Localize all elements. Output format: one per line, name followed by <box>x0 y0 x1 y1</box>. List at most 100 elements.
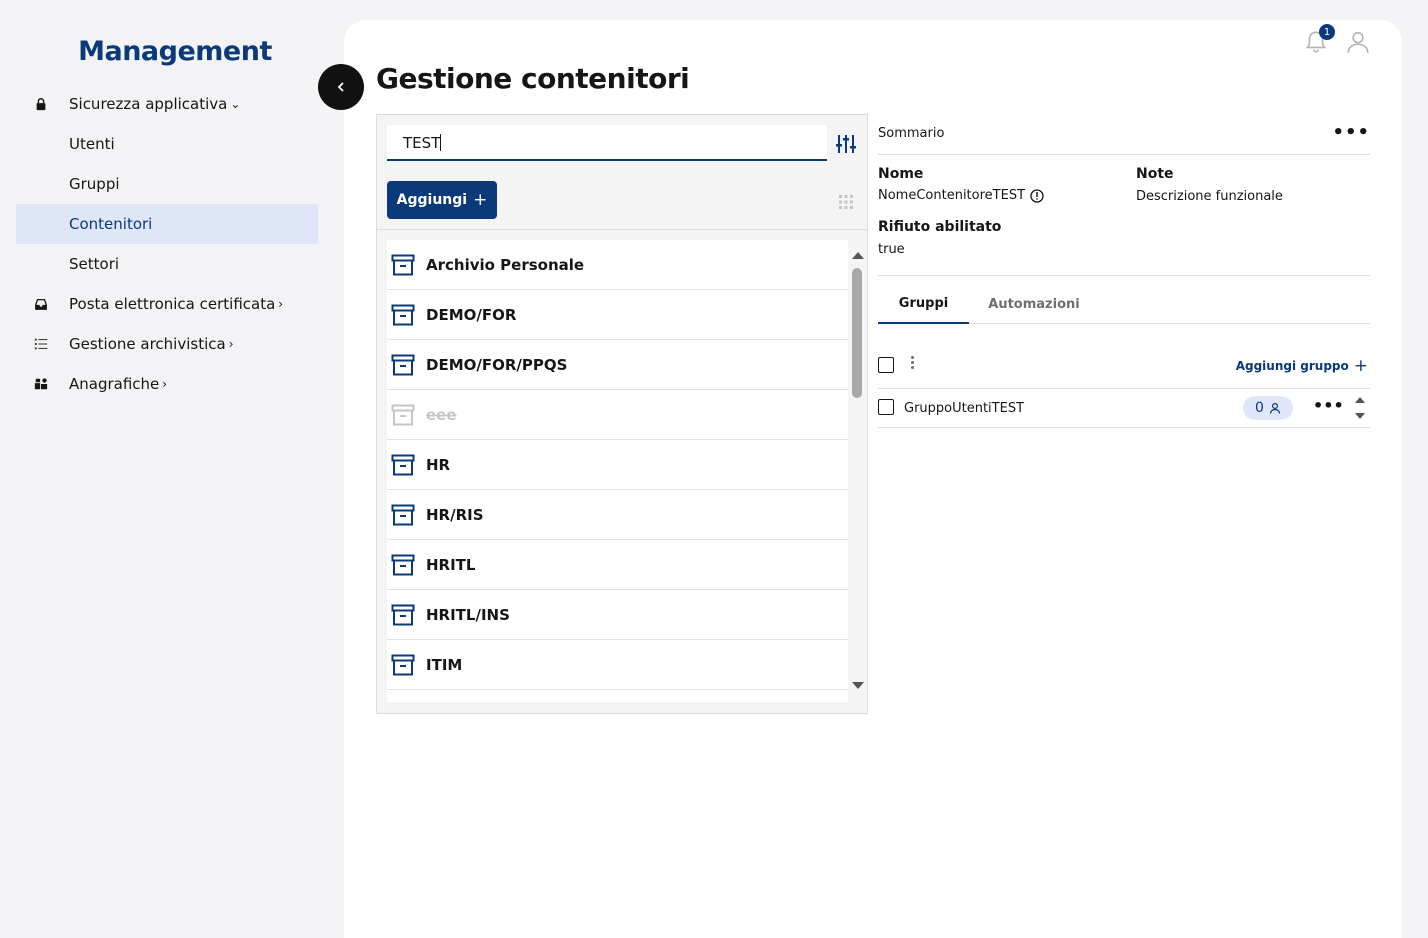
sidebar-item-label: Utenti <box>69 135 115 153</box>
sidebar-item-anagrafiche[interactable]: Anagrafiche › <box>16 364 318 404</box>
list-item-disabled[interactable]: eee <box>387 390 848 440</box>
text-caret <box>440 134 442 151</box>
filter-settings-icon[interactable] <box>835 133 857 155</box>
member-count: 0 <box>1255 400 1264 416</box>
list-item[interactable]: DEMO/FOR <box>387 290 848 340</box>
note-label: Note <box>1136 166 1174 182</box>
sidebar-item-utenti[interactable]: Utenti <box>16 124 318 164</box>
archive-box-icon <box>391 404 415 425</box>
grid-view-icon[interactable] <box>839 195 853 209</box>
brand-title: Management <box>78 36 272 67</box>
search-value: TEST <box>403 134 441 152</box>
sidebar: Management Sicurezza applicativa ⌄ Utent… <box>0 0 330 938</box>
tab-automazioni[interactable]: Automazioni <box>969 284 1099 324</box>
sidebar-item-label: Settori <box>69 255 120 273</box>
row-checkbox[interactable] <box>878 399 894 415</box>
inbox-icon <box>16 297 69 311</box>
sidebar-item-label: Contenitori <box>69 215 153 233</box>
scroll-up-arrow[interactable] <box>852 252 864 259</box>
sidebar-item-gruppi[interactable]: Gruppi <box>16 164 318 204</box>
sidebar-item-gestione-archivistica[interactable]: Gestione archivistica › <box>16 324 318 364</box>
name-value: NomeContenitoreTEST <box>878 188 1026 203</box>
list-item-label: DEMO/FOR <box>426 305 517 324</box>
list-item-label: Archivio Personale <box>426 255 585 274</box>
group-toolbar: Aggiungi gruppo + <box>878 348 1370 388</box>
user-icon <box>1269 402 1281 414</box>
divider <box>377 229 867 230</box>
archive-box-icon <box>391 654 415 675</box>
chevron-left-icon <box>337 82 344 92</box>
plus-icon: + <box>473 190 488 210</box>
chevron-right-icon: › <box>278 297 284 311</box>
list-item-label: eee <box>426 405 457 424</box>
archive-box-icon <box>391 354 415 375</box>
summary-title: Sommario <box>878 126 945 141</box>
sidebar-nav: Sicurezza applicativa ⌄ Utenti Gruppi Co… <box>16 84 318 404</box>
chevron-right-icon: › <box>162 377 168 391</box>
collapse-sidebar-button[interactable] <box>318 64 364 110</box>
user-menu-button[interactable] <box>1344 26 1372 58</box>
sidebar-item-label: Posta elettronica certificata <box>69 295 276 313</box>
search-input[interactable]: TEST <box>387 125 827 161</box>
scroll-up-arrow[interactable] <box>1355 397 1365 403</box>
archive-box-icon <box>391 254 415 275</box>
header-actions: 1 <box>1302 24 1372 58</box>
lock-icon <box>16 97 69 111</box>
main-panel: Gestione contenitori 1 TEST Aggiungi + A… <box>344 20 1402 938</box>
notification-badge: 1 <box>1319 24 1335 40</box>
list-item[interactable]: HRITL <box>387 540 848 590</box>
container-list: Archivio Personale DEMO/FOR DEMO/FOR/PPQ… <box>387 240 848 702</box>
info-icon[interactable] <box>1030 188 1044 203</box>
scroll-thumb[interactable] <box>852 268 862 398</box>
chevron-down-icon: ⌄ <box>230 97 241 111</box>
summary-tabs: Gruppi Automazioni <box>878 284 1370 324</box>
page-title: Gestione contenitori <box>376 62 690 95</box>
list-icon <box>16 337 69 351</box>
sidebar-item-contenitori[interactable]: Contenitori <box>16 204 318 244</box>
list-item[interactable]: DEMO/FOR/PPQS <box>387 340 848 390</box>
list-item[interactable]: HRITL/INS <box>387 590 848 640</box>
list-item[interactable]: Archivio Personale <box>387 240 848 290</box>
sidebar-item-label: Gestione archivistica <box>69 335 226 353</box>
notifications-button[interactable]: 1 <box>1302 24 1335 58</box>
row-scroll-arrows[interactable] <box>1354 395 1366 421</box>
summary-more-button[interactable]: ••• <box>1332 122 1370 143</box>
scroll-down-arrow[interactable] <box>852 682 864 689</box>
list-item-label: DEMO/FOR/PPQS <box>426 355 568 374</box>
list-scrollbar[interactable] <box>849 240 867 702</box>
list-item[interactable]: HR/RIS <box>387 490 848 540</box>
note-value: Descrizione funzionale <box>1136 189 1283 204</box>
container-list-panel: TEST Aggiungi + Archivio Personale DEMO/… <box>376 114 868 714</box>
member-count-tag: 0 <box>1243 396 1293 420</box>
add-group-button[interactable]: Aggiungi gruppo + <box>1236 356 1368 376</box>
chevron-right-icon: › <box>228 337 234 351</box>
divider <box>878 275 1370 276</box>
list-item-label: ITIM <box>426 655 463 674</box>
select-all-checkbox[interactable] <box>878 357 894 373</box>
sidebar-item-label: Sicurezza applicativa <box>69 95 228 113</box>
sidebar-item-label: Gruppi <box>69 175 120 193</box>
name-label: Nome <box>878 166 924 182</box>
list-item-label: HRITL <box>426 555 476 574</box>
archive-box-icon <box>391 604 415 625</box>
category-icon <box>16 377 69 391</box>
toolbar-kebab-icon[interactable] <box>908 356 916 374</box>
user-icon <box>1347 31 1369 53</box>
archive-box-icon <box>391 504 415 525</box>
list-item[interactable]: HR <box>387 440 848 490</box>
sidebar-item-settori[interactable]: Settori <box>16 244 318 284</box>
reject-label: Rifiuto abilitato <box>878 219 1002 235</box>
add-button[interactable]: Aggiungi + <box>387 181 497 219</box>
tab-gruppi[interactable]: Gruppi <box>878 284 969 324</box>
list-item-label: HR/RIS <box>426 505 484 524</box>
list-item-label: HRITL/INS <box>426 605 510 624</box>
scroll-down-arrow[interactable] <box>1355 413 1365 419</box>
sidebar-item-sicurezza-applicativa[interactable]: Sicurezza applicativa ⌄ <box>16 84 318 124</box>
add-button-label: Aggiungi <box>396 192 468 208</box>
row-more-button[interactable]: ••• <box>1313 396 1344 415</box>
sidebar-item-posta-elettronica[interactable]: Posta elettronica certificata › <box>16 284 318 324</box>
list-item[interactable]: ITIM <box>387 640 848 690</box>
plus-icon: + <box>1353 356 1368 376</box>
name-value-row: NomeContenitoreTEST <box>878 188 1044 203</box>
divider <box>878 154 1370 155</box>
